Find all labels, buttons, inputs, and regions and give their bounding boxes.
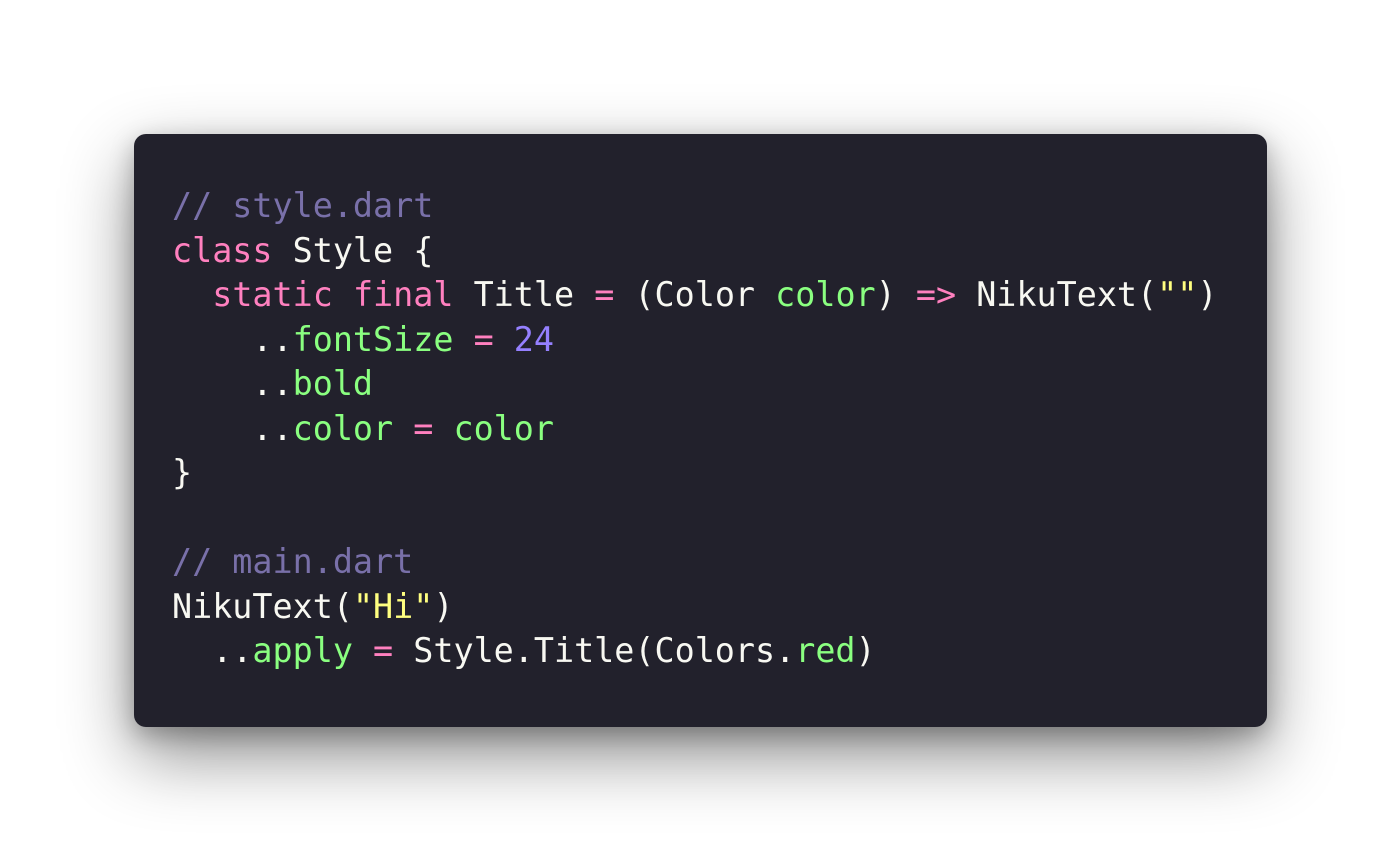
code-token-plain: ..: [172, 319, 293, 359]
code-token-keyword: =: [594, 275, 615, 314]
code-line: class Style {: [172, 229, 1267, 274]
code-token-plain: }: [172, 453, 193, 492]
code-token-field: color: [453, 408, 554, 448]
code-token-comment: // style.dart: [172, 186, 434, 225]
code-line: ..fontSize = 24: [172, 318, 1267, 363]
code-token-field: color: [292, 408, 394, 448]
code-token-keyword: =: [473, 319, 494, 359]
code-token-keyword: =: [413, 408, 434, 448]
code-token-plain: Style {: [272, 230, 434, 270]
code-token-plain: ): [875, 275, 916, 314]
code-token-plain: ): [1197, 275, 1218, 314]
code-token-keyword: =>: [915, 275, 957, 314]
code-token-field: bold: [292, 364, 374, 403]
code-token-keyword: static: [212, 275, 333, 314]
code-token-plain: NikuText(: [956, 275, 1158, 314]
code-token-field: fontSize: [292, 319, 454, 359]
code-token-keyword: =: [373, 631, 394, 670]
code-token-comment: // main.dart: [172, 542, 414, 581]
code-line: // main.dart: [172, 540, 1267, 585]
code-token-plain: (Color: [614, 275, 776, 314]
code-token-plain: ): [433, 586, 454, 626]
code-token-string: "Hi": [352, 586, 434, 626]
code-token-plain: ..: [172, 631, 253, 670]
code-token-keyword: final: [352, 275, 454, 314]
code-line: ..apply = Style.Title(Colors.red): [172, 629, 1267, 674]
code-token-string: "": [1157, 275, 1198, 314]
code-line: // style.dart: [172, 184, 1267, 229]
code-block: // style.dart class Style { static final …: [172, 184, 1267, 674]
code-token-field: red: [795, 631, 856, 670]
code-line: NikuText("Hi"): [172, 585, 1267, 630]
code-token-plain: ..: [172, 364, 293, 403]
code-token-plain: Title: [453, 275, 595, 314]
code-token-plain: ..: [172, 408, 293, 448]
code-token-field: apply: [252, 631, 353, 670]
code-line: ..color = color: [172, 407, 1267, 452]
code-token-plain: ): [855, 631, 876, 670]
code-window: // style.dart class Style { static final …: [134, 134, 1267, 727]
code-token-plain: NikuText(: [172, 586, 353, 626]
code-line: ..bold: [172, 362, 1267, 407]
code-token-field: color: [775, 275, 876, 314]
code-line: static final Title = (Color color) => Ni…: [172, 273, 1267, 318]
canvas: // style.dart class Style { static final …: [0, 0, 1400, 859]
code-token-number: 24: [513, 319, 554, 359]
code-token-plain: Style.Title(Colors.: [393, 631, 796, 670]
code-token-keyword: class: [172, 230, 273, 270]
code-line: }: [172, 451, 1267, 496]
